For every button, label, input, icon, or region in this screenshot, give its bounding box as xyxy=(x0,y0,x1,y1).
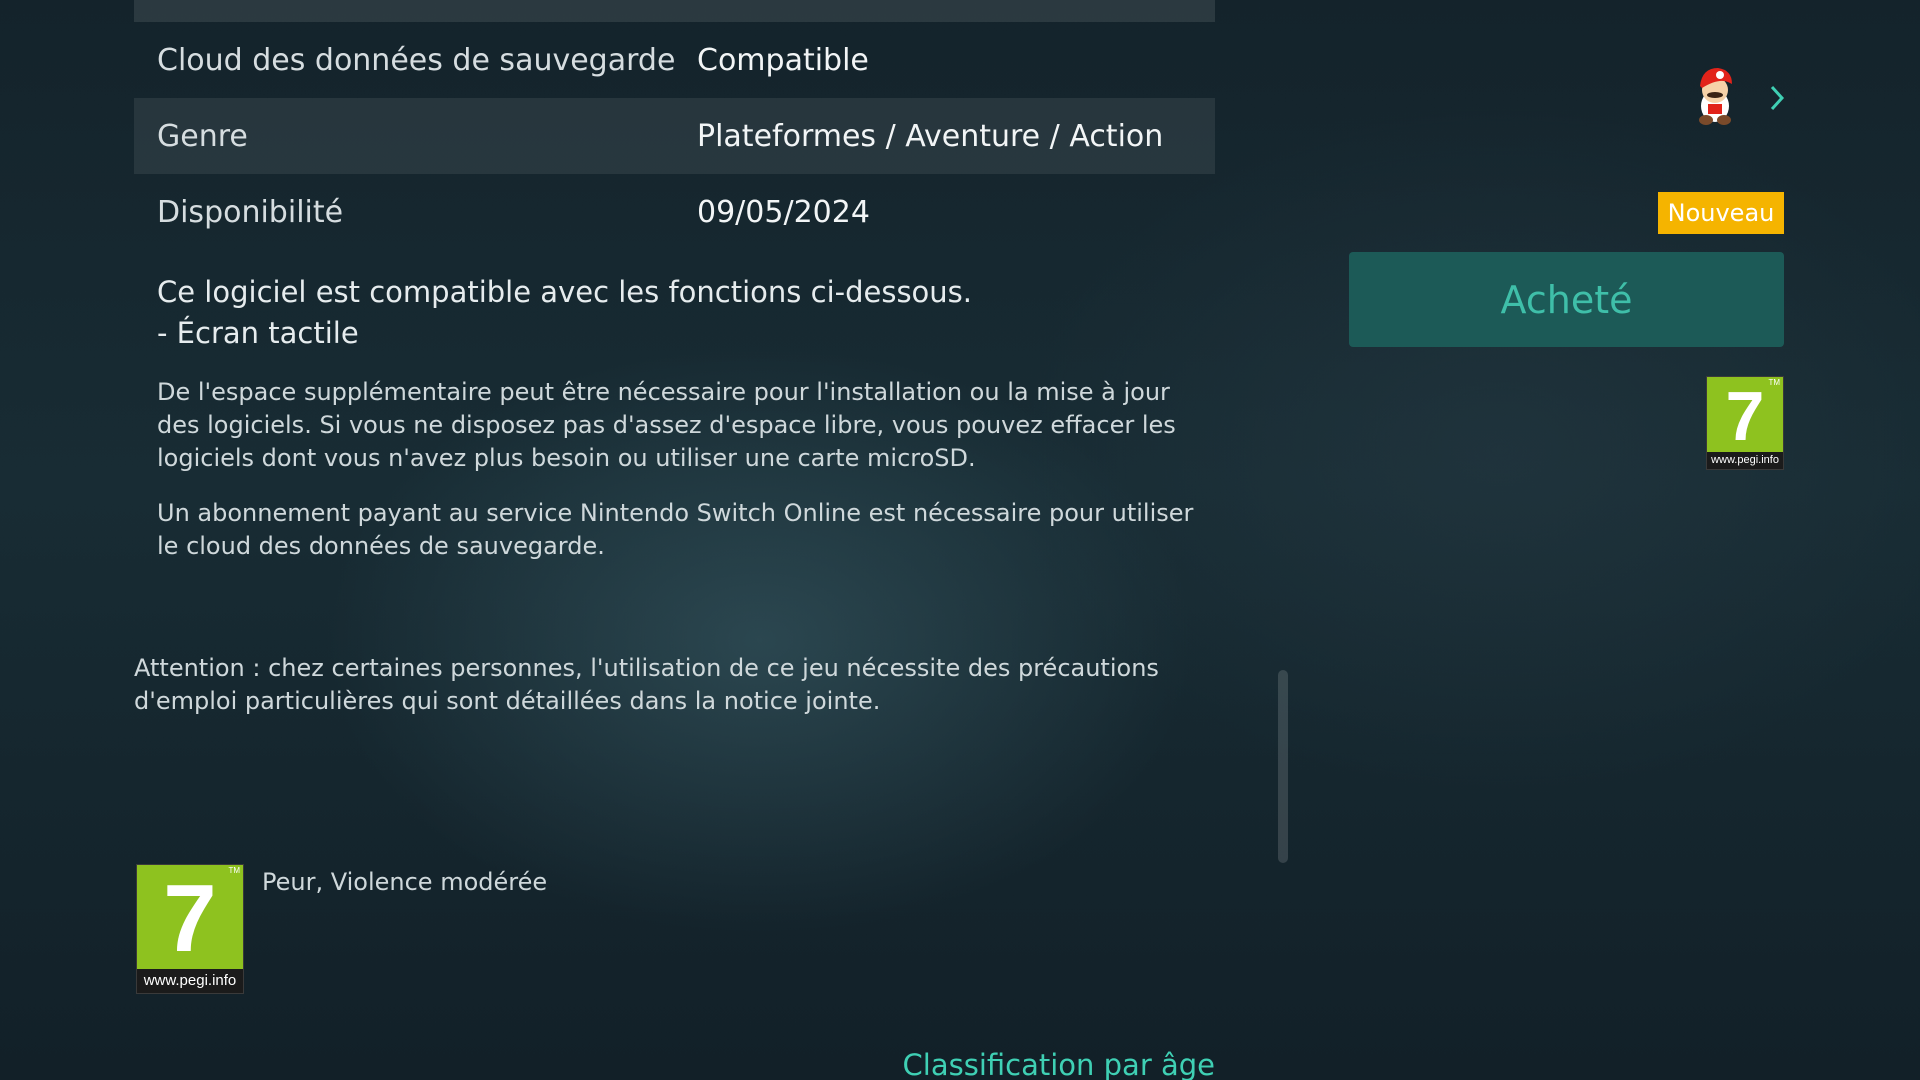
pegi-7-icon: 7 TM www.pegi.info xyxy=(1706,376,1784,470)
details-row-availability: Disponibilité 09/05/2024 xyxy=(134,174,1215,250)
pegi-number: 7 xyxy=(137,865,243,972)
online-note: Un abonnement payant au service Nintendo… xyxy=(157,499,1194,560)
pegi-tm: TM xyxy=(1768,378,1780,387)
scrollbar[interactable] xyxy=(1278,670,1288,863)
chevron-right-icon[interactable] xyxy=(1768,84,1786,112)
health-warning: Attention : chez certaines personnes, l'… xyxy=(134,654,1159,715)
row-label: Genre xyxy=(157,118,248,154)
row-value: 09/05/2024 xyxy=(697,194,870,230)
row-value: Compatible xyxy=(697,42,869,78)
storage-note: De l'espace supplémentaire peut être néc… xyxy=(157,378,1176,472)
new-badge: Nouveau xyxy=(1658,192,1784,234)
details-row-genre: Genre Plateformes / Aventure / Action xyxy=(134,98,1215,174)
pegi-tm: TM xyxy=(228,866,240,875)
mario-avatar-icon[interactable] xyxy=(1688,62,1742,128)
purchased-button[interactable]: Acheté xyxy=(1349,252,1784,347)
pegi-number: 7 xyxy=(1707,377,1783,455)
features-intro: Ce logiciel est compatible avec les fonc… xyxy=(157,275,973,309)
details-row-partial xyxy=(134,0,1215,22)
row-label: Cloud des données de sauvegarde xyxy=(157,42,676,78)
details-row-cloud: Cloud des données de sauvegarde Compatib… xyxy=(134,22,1215,98)
content-descriptors: Peur, Violence modérée xyxy=(262,868,548,896)
pegi-7-icon: 7 TM www.pegi.info xyxy=(136,864,244,994)
row-label: Disponibilité xyxy=(157,194,344,230)
compatible-features: Ce logiciel est compatible avec les fonc… xyxy=(157,272,1207,354)
feature-item: - Écran tactile xyxy=(157,316,359,350)
row-value: Plateformes / Aventure / Action xyxy=(697,118,1164,154)
pegi-url: www.pegi.info xyxy=(137,969,243,993)
age-classification-link[interactable]: Classification par âge xyxy=(903,1048,1215,1080)
pegi-url: www.pegi.info xyxy=(1707,452,1783,469)
details-panel: Cloud des données de sauvegarde Compatib… xyxy=(0,0,1305,1080)
